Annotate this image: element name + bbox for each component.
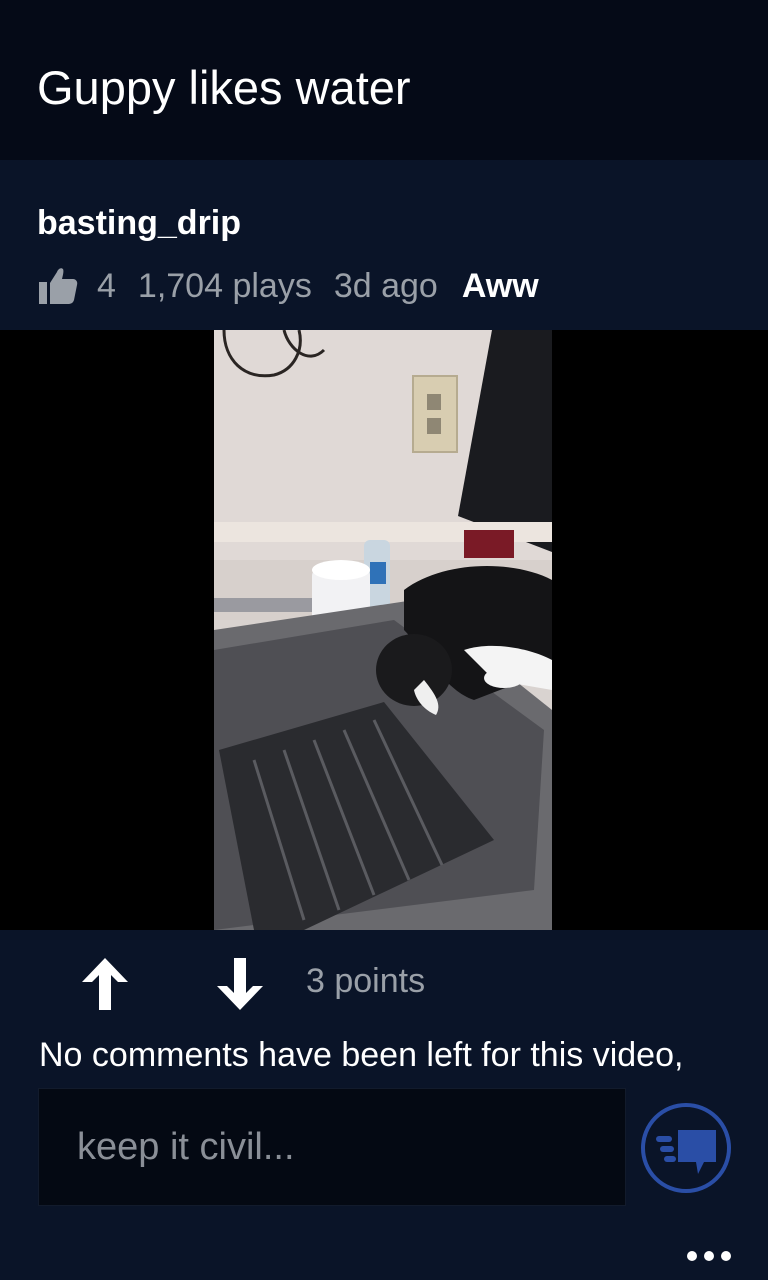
post-stats: 4 1,704 plays 3d ago Aww: [37, 262, 539, 310]
comment-box[interactable]: [38, 1088, 626, 1206]
video-thumbnail[interactable]: [214, 330, 552, 930]
arrow-up-icon: [82, 958, 128, 1010]
arrow-down-icon: [217, 958, 263, 1010]
more-options-button[interactable]: [684, 1246, 734, 1266]
page-title: Guppy likes water: [37, 61, 411, 114]
vote-points: 3 points: [306, 962, 426, 1000]
subreddit-link[interactable]: Aww: [462, 267, 539, 306]
comment-send-icon: [641, 1103, 731, 1193]
upvote-button[interactable]: [75, 950, 135, 1018]
no-comments-message: No comments have been left for this vide…: [39, 1036, 684, 1074]
like-count: 4: [97, 266, 116, 305]
thumbs-up-icon[interactable]: [37, 266, 79, 306]
post-meta-panel: basting_drip 4 1,704 plays 3d ago Aww: [0, 160, 768, 330]
video-player[interactable]: [0, 330, 768, 930]
downvote-button[interactable]: [210, 950, 270, 1018]
ellipsis-icon: [687, 1251, 731, 1261]
play-count: 1,704 plays: [137, 266, 312, 305]
post-age: 3d ago: [333, 266, 438, 305]
bottom-panel: 3 points No comments have been left for …: [0, 930, 768, 1280]
send-comment-button[interactable]: [640, 1102, 732, 1194]
comment-input[interactable]: [39, 1089, 625, 1205]
post-author[interactable]: basting_drip: [37, 204, 241, 243]
page-header: Guppy likes water: [0, 0, 768, 160]
